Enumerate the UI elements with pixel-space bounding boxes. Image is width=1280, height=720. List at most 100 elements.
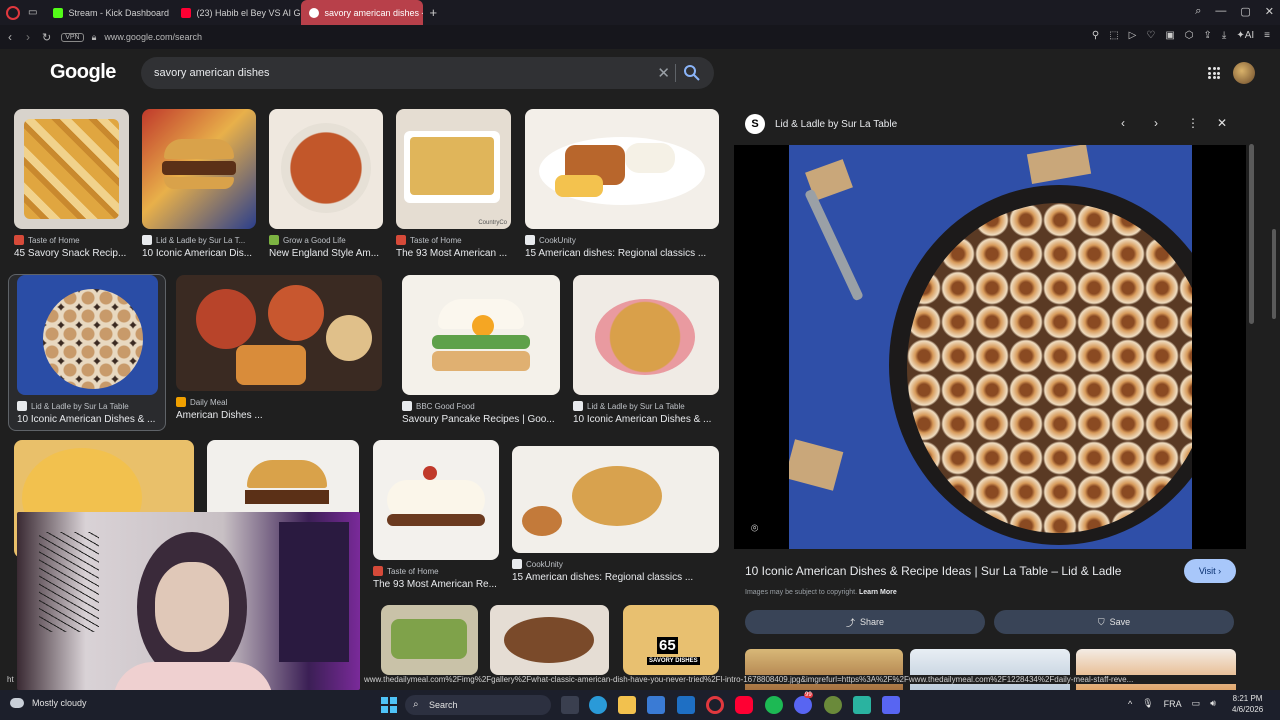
image-result[interactable]: Lid & Ladle by Sur La Table 10 Iconic Am… bbox=[573, 275, 719, 425]
menu-icon[interactable]: ≡ bbox=[1264, 30, 1270, 41]
image-result[interactable] bbox=[490, 605, 609, 675]
result-thumbnail[interactable] bbox=[512, 446, 719, 553]
result-thumbnail[interactable] bbox=[381, 605, 478, 675]
result-thumbnail[interactable] bbox=[490, 605, 609, 675]
image-result[interactable]: Taste of Home The 93 Most American Re... bbox=[373, 440, 499, 590]
save-button[interactable]: ⛉ Save bbox=[994, 610, 1234, 634]
result-title[interactable]: 10 Iconic American Dishes & ... bbox=[17, 414, 158, 425]
task-view-icon[interactable] bbox=[561, 696, 579, 714]
result-title[interactable]: The 93 Most American ... bbox=[396, 248, 511, 259]
share-icon[interactable]: ⇪ bbox=[1204, 30, 1212, 41]
result-thumbnail[interactable] bbox=[14, 109, 129, 229]
next-image-icon[interactable]: › bbox=[1154, 116, 1158, 130]
image-result[interactable]: Grow a Good Life New England Style Am... bbox=[269, 109, 383, 259]
result-thumbnail[interactable] bbox=[525, 109, 719, 229]
result-thumbnail[interactable] bbox=[176, 275, 382, 391]
search-icon[interactable] bbox=[682, 63, 702, 83]
spotify-icon[interactable] bbox=[765, 696, 783, 714]
result-thumbnail[interactable]: 65 SAVORY DISHES bbox=[623, 605, 719, 675]
result-thumbnail[interactable]: CountryCo bbox=[396, 109, 511, 229]
panel-title[interactable]: 10 Iconic American Dishes & Recipe Ideas… bbox=[745, 564, 1121, 578]
url-field[interactable]: www.google.com/search bbox=[104, 32, 202, 42]
vpn-badge[interactable]: VPN bbox=[61, 32, 84, 42]
discord-icon[interactable]: 99 bbox=[794, 692, 813, 714]
image-result[interactable]: Taste of Home 45 Savory Snack Recip... bbox=[14, 109, 129, 259]
download-icon[interactable]: ⤓ bbox=[1222, 30, 1226, 41]
result-thumbnail[interactable] bbox=[17, 275, 158, 395]
reload-icon[interactable]: ↻ bbox=[42, 31, 51, 44]
maximize-button[interactable]: ▢ bbox=[1240, 5, 1250, 18]
result-title[interactable]: Savoury Pancake Recipes | Goo... bbox=[402, 414, 560, 425]
pin-icon[interactable]: ⚲ bbox=[1092, 30, 1099, 41]
clear-icon[interactable]: ✕ bbox=[657, 64, 670, 82]
search-input[interactable]: savory american dishes bbox=[154, 67, 270, 79]
panel-source[interactable]: Lid & Ladle by Sur La Table bbox=[775, 119, 897, 130]
result-thumbnail[interactable] bbox=[402, 275, 560, 395]
apps-grid-icon[interactable] bbox=[1208, 67, 1220, 79]
store-icon[interactable] bbox=[647, 696, 665, 714]
result-title[interactable]: The 93 Most American Re... bbox=[373, 579, 499, 590]
share-button[interactable]: ⤴ Share bbox=[745, 610, 985, 634]
file-explorer-icon[interactable] bbox=[618, 696, 636, 714]
visit-button[interactable]: Visit › bbox=[1184, 559, 1236, 583]
heart-icon[interactable]: ♡ bbox=[1146, 30, 1155, 41]
result-thumbnail[interactable] bbox=[142, 109, 256, 229]
learn-more-link[interactable]: Learn More bbox=[859, 589, 897, 596]
tab-youtube[interactable]: (23) Habib el Bey VS AI Gr... bbox=[173, 0, 301, 25]
weather-widget[interactable]: Mostly cloudy bbox=[10, 698, 87, 708]
close-window-button[interactable]: ✕ bbox=[1265, 5, 1274, 18]
extensions-icon[interactable]: ⬡ bbox=[1185, 30, 1194, 41]
search-tabs-icon[interactable]: ⌕ bbox=[1195, 5, 1201, 18]
panel-scrollbar[interactable] bbox=[1249, 144, 1254, 324]
avatar[interactable] bbox=[1233, 62, 1255, 84]
play-icon[interactable]: ▷ bbox=[1129, 30, 1137, 41]
result-title[interactable]: 10 Iconic American Dishes & ... bbox=[573, 414, 719, 425]
network-icon[interactable]: ▭ bbox=[1192, 698, 1201, 709]
result-title[interactable]: 15 American dishes: Regional classics ..… bbox=[512, 572, 719, 583]
result-title[interactable]: 45 Savory Snack Recip... bbox=[14, 248, 129, 259]
taskbar-search[interactable]: ⌕ Search bbox=[405, 695, 551, 715]
image-result[interactable]: CookUnity 15 American dishes: Regional c… bbox=[512, 446, 719, 583]
close-panel-icon[interactable]: ✕ bbox=[1217, 116, 1227, 130]
page-scrollbar[interactable] bbox=[1272, 229, 1276, 319]
result-title[interactable]: New England Style Am... bbox=[269, 248, 383, 259]
snapshot-icon[interactable]: ⬚ bbox=[1109, 30, 1118, 41]
sidebar-toggle-icon[interactable]: ▭ bbox=[28, 7, 37, 18]
tab-google[interactable]: savory american dishes - Go bbox=[301, 0, 424, 25]
forward-icon[interactable]: › bbox=[26, 30, 30, 44]
preview-image[interactable]: ⌾ bbox=[734, 145, 1246, 549]
ai-button[interactable]: ✦AI bbox=[1236, 30, 1254, 41]
language-indicator[interactable]: FRA bbox=[1164, 699, 1182, 709]
lens-icon[interactable]: ⌾ bbox=[751, 521, 758, 536]
more-options-icon[interactable]: ⋮ bbox=[1187, 116, 1199, 130]
image-result[interactable] bbox=[381, 605, 478, 675]
result-title[interactable]: 15 American dishes: Regional classics ..… bbox=[525, 248, 719, 259]
opera-icon[interactable] bbox=[706, 696, 724, 714]
search-box[interactable]: savory american dishes ✕ bbox=[141, 57, 714, 89]
app-icon[interactable] bbox=[882, 696, 900, 714]
image-result[interactable]: CookUnity 15 American dishes: Regional c… bbox=[525, 109, 719, 259]
tab-kick[interactable]: Stream - Kick Dashboard bbox=[45, 0, 173, 25]
result-title[interactable]: American Dishes ... bbox=[176, 410, 382, 421]
previous-image-icon[interactable]: ‹ bbox=[1121, 116, 1125, 130]
edge-icon[interactable] bbox=[589, 696, 607, 714]
wallet-icon[interactable]: ▣ bbox=[1165, 30, 1174, 41]
app-icon[interactable] bbox=[853, 696, 871, 714]
xbox-icon[interactable] bbox=[824, 696, 842, 714]
image-result[interactable]: Lid & Ladle by Sur La T... 10 Iconic Ame… bbox=[142, 109, 256, 259]
microphone-icon[interactable]: 🎙︎ bbox=[1142, 698, 1153, 709]
image-result[interactable]: CountryCo Taste of Home The 93 Most Amer… bbox=[396, 109, 511, 259]
outlook-icon[interactable] bbox=[677, 696, 695, 714]
new-tab-button[interactable]: + bbox=[429, 5, 437, 20]
image-result[interactable]: Lid & Ladle by Sur La Table 10 Iconic Am… bbox=[17, 275, 158, 425]
volume-icon[interactable]: 🔊︎ bbox=[1210, 698, 1216, 709]
result-title[interactable]: 10 Iconic American Dis... bbox=[142, 248, 256, 259]
google-logo[interactable]: Google bbox=[50, 61, 116, 84]
youtube-icon[interactable] bbox=[735, 696, 753, 714]
start-icon[interactable] bbox=[380, 696, 398, 714]
result-thumbnail[interactable] bbox=[573, 275, 719, 395]
minimize-button[interactable]: — bbox=[1215, 5, 1226, 18]
image-result[interactable]: Daily Meal American Dishes ... bbox=[176, 275, 382, 421]
chevron-up-icon[interactable]: ^ bbox=[1128, 699, 1132, 709]
result-thumbnail[interactable] bbox=[269, 109, 383, 229]
